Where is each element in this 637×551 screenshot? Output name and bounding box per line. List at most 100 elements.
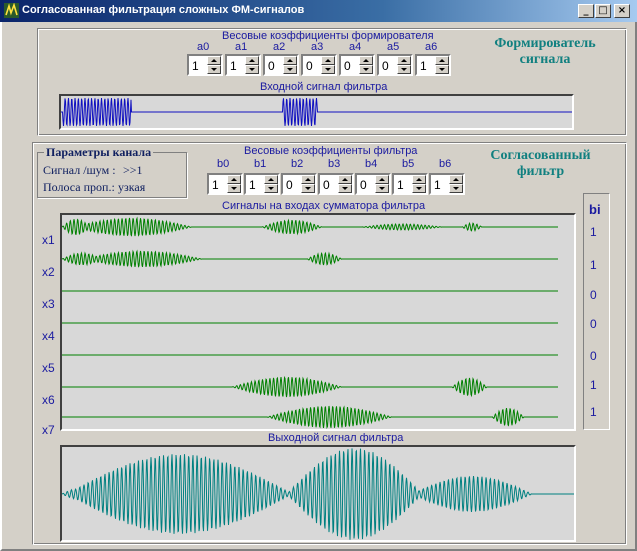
filter-label-4: b4 xyxy=(365,158,378,170)
spin-down-icon[interactable] xyxy=(321,65,335,74)
spinner-value[interactable]: 1 xyxy=(434,178,441,192)
filter-title: Согласованный фильтр xyxy=(490,148,591,179)
output-trace xyxy=(62,448,574,540)
spinner-value[interactable]: 0 xyxy=(323,178,330,192)
spin-down-icon[interactable] xyxy=(283,65,297,74)
filter-label-0: b0 xyxy=(217,158,230,170)
channel-trace-x6 xyxy=(62,375,558,398)
spinner-value[interactable]: 0 xyxy=(268,59,275,73)
spinner-value[interactable]: 1 xyxy=(397,178,404,192)
spin-down-icon[interactable] xyxy=(245,65,259,74)
spin-up-icon[interactable] xyxy=(359,56,373,65)
band-value: узкая xyxy=(118,180,146,194)
filter-weight-spinner-4[interactable]: 0 xyxy=(355,173,391,195)
shaper-weights-caption: Весовые коэффициенты формирователя xyxy=(222,30,434,42)
bi-value-6: 1 xyxy=(590,405,597,419)
filter-weight-spinner-0[interactable]: 1 xyxy=(207,173,243,195)
window-title: Согласованная фильтрация сложных ФМ-сигн… xyxy=(22,4,305,16)
spin-up-icon[interactable] xyxy=(338,175,352,184)
spinner-value[interactable]: 1 xyxy=(230,59,237,73)
channel-trace-x2 xyxy=(62,249,558,268)
shaper-label-5: a5 xyxy=(387,41,400,53)
spin-up-icon[interactable] xyxy=(435,56,449,65)
close-button[interactable]: × xyxy=(614,4,630,18)
spin-up-icon[interactable] xyxy=(375,175,389,184)
output-signal-plot xyxy=(60,445,576,542)
spinner-value[interactable]: 0 xyxy=(382,59,389,73)
spin-up-icon[interactable] xyxy=(397,56,411,65)
spinner-value[interactable]: 1 xyxy=(249,178,256,192)
spinner-value[interactable]: 0 xyxy=(344,59,351,73)
spin-down-icon[interactable] xyxy=(301,184,315,193)
channel-trace-x7 xyxy=(62,405,558,429)
spinner-value[interactable]: 1 xyxy=(420,59,427,73)
channel-label-x3: x3 xyxy=(42,297,55,311)
spin-up-icon[interactable] xyxy=(245,56,259,65)
filter-label-3: b3 xyxy=(328,158,341,170)
spin-up-icon[interactable] xyxy=(412,175,426,184)
bi-header: bi xyxy=(589,202,601,217)
spin-down-icon[interactable] xyxy=(435,65,449,74)
spin-down-icon[interactable] xyxy=(397,65,411,74)
shaper-weight-spinner-3[interactable]: 0 xyxy=(301,54,337,76)
spin-down-icon[interactable] xyxy=(375,184,389,193)
filter-weights-caption: Весовые коэффициенты фильтра xyxy=(244,145,418,157)
filter-label-5: b5 xyxy=(402,158,415,170)
shaper-label-1: a1 xyxy=(235,41,248,53)
shaper-label-3: a3 xyxy=(311,41,324,53)
shaper-weight-spinner-1[interactable]: 1 xyxy=(225,54,261,76)
filter-weight-spinner-6[interactable]: 1 xyxy=(429,173,465,195)
filter-weight-spinner-1[interactable]: 1 xyxy=(244,173,280,195)
summator-caption: Сигналы на входах сумматора фильтра xyxy=(222,200,426,212)
shaper-weight-spinner-2[interactable]: 0 xyxy=(263,54,299,76)
shaper-weight-spinner-5[interactable]: 0 xyxy=(377,54,413,76)
bi-value-2: 0 xyxy=(590,288,597,302)
spin-down-icon[interactable] xyxy=(227,184,241,193)
spin-down-icon[interactable] xyxy=(264,184,278,193)
input-trace xyxy=(61,97,572,127)
spin-up-icon[interactable] xyxy=(301,175,315,184)
band-label: Полоса проп.: xyxy=(43,180,115,194)
snr-label: Сигнал /шум : xyxy=(43,163,116,177)
output-caption: Выходной сигнал фильтра xyxy=(268,432,404,444)
bi-value-4: 0 xyxy=(590,349,597,363)
spin-down-icon[interactable] xyxy=(449,184,463,193)
shaper-weight-spinner-0[interactable]: 1 xyxy=(187,54,223,76)
shaper-weight-spinner-4[interactable]: 0 xyxy=(339,54,375,76)
channel-label-x4: x4 xyxy=(42,329,55,343)
spin-up-icon[interactable] xyxy=(207,56,221,65)
spin-up-icon[interactable] xyxy=(321,56,335,65)
spin-down-icon[interactable] xyxy=(207,65,221,74)
bi-value-0: 1 xyxy=(590,225,597,239)
input-signal-caption: Входной сигнал фильтра xyxy=(260,81,388,93)
spin-down-icon[interactable] xyxy=(359,65,373,74)
spin-down-icon[interactable] xyxy=(338,184,352,193)
shaper-weight-spinner-6[interactable]: 1 xyxy=(415,54,451,76)
output-signal-trace xyxy=(62,448,574,540)
filter-weight-spinner-5[interactable]: 1 xyxy=(392,173,428,195)
spinner-value[interactable]: 0 xyxy=(306,59,313,73)
spinner-value[interactable]: 0 xyxy=(286,178,293,192)
filter-weight-spinner-3[interactable]: 0 xyxy=(318,173,354,195)
spin-down-icon[interactable] xyxy=(412,184,426,193)
spin-up-icon[interactable] xyxy=(449,175,463,184)
minimize-button[interactable]: _ xyxy=(578,4,594,18)
title-bar: Согласованная фильтрация сложных ФМ-сигн… xyxy=(0,0,637,22)
summator-traces xyxy=(62,216,558,429)
channel-trace-x1 xyxy=(62,216,558,237)
shaper-label-0: a0 xyxy=(197,41,210,53)
spinner-value[interactable]: 1 xyxy=(192,59,199,73)
filter-label-6: b6 xyxy=(439,158,452,170)
spin-up-icon[interactable] xyxy=(264,175,278,184)
spin-up-icon[interactable] xyxy=(227,175,241,184)
shaper-label-6: a6 xyxy=(425,41,438,53)
channel-label-x6: x6 xyxy=(42,393,55,407)
spin-up-icon[interactable] xyxy=(283,56,297,65)
maximize-button[interactable]: □ xyxy=(595,4,611,18)
channel-label-x7: x7 xyxy=(42,423,55,437)
spinner-value[interactable]: 0 xyxy=(360,178,367,192)
filter-weight-spinner-2[interactable]: 0 xyxy=(281,173,317,195)
bi-value-5: 1 xyxy=(590,378,597,392)
channel-label-x5: x5 xyxy=(42,361,55,375)
spinner-value[interactable]: 1 xyxy=(212,178,219,192)
